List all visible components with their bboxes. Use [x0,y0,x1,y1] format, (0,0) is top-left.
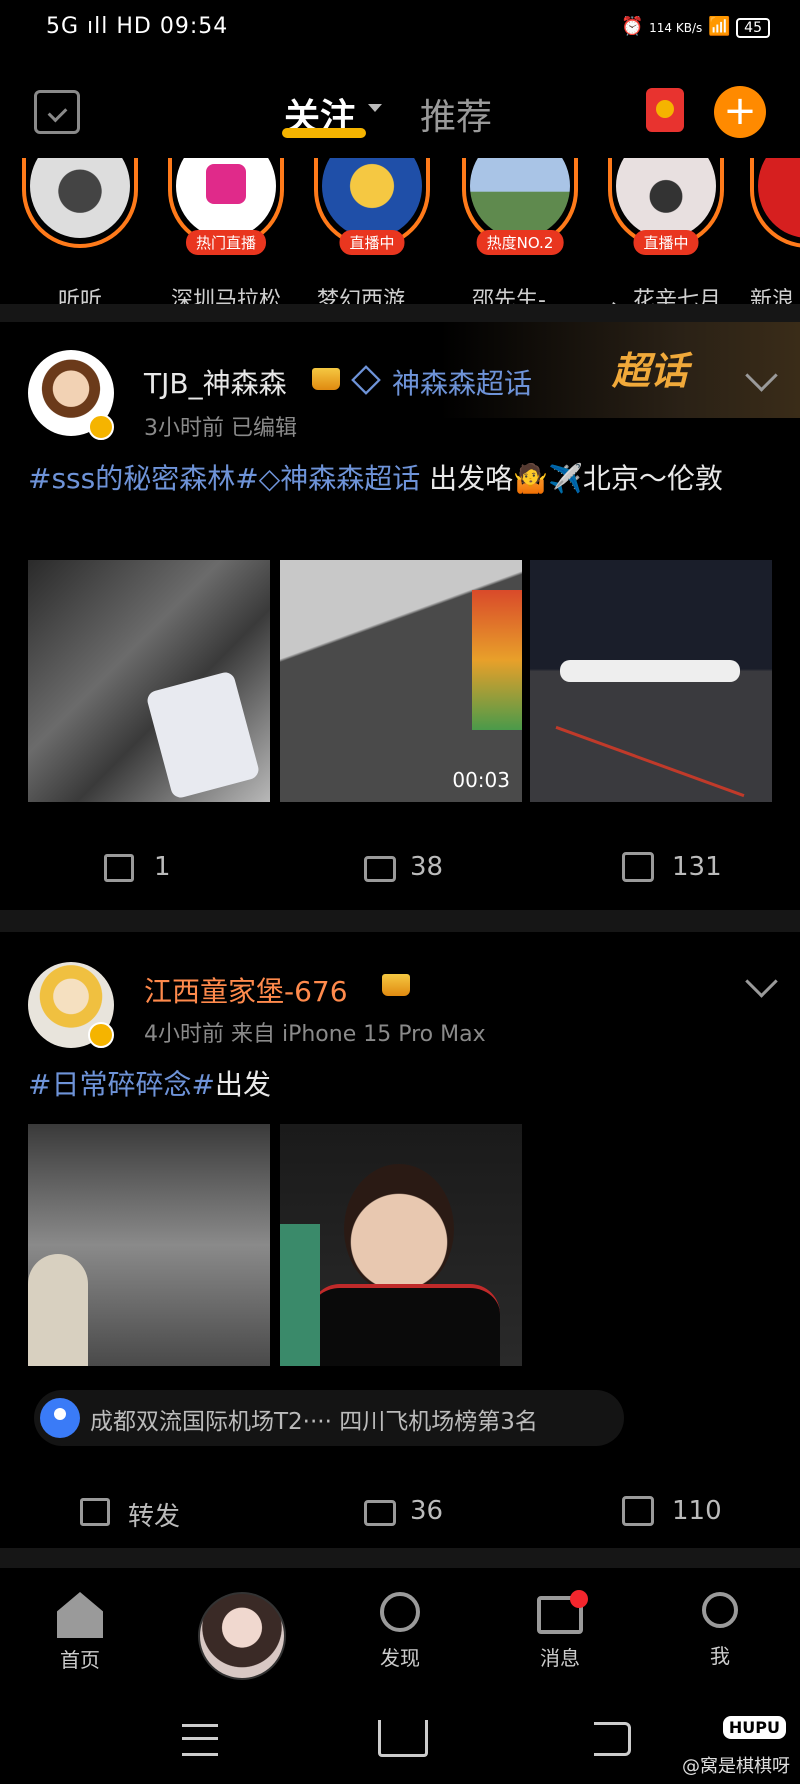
home-nav-icon[interactable] [378,1720,428,1757]
tab-discover[interactable]: 发现 [350,1592,450,1671]
search-icon [380,1592,420,1632]
tab-messages[interactable]: 消息 [510,1592,610,1671]
share-icon[interactable] [80,1498,110,1526]
post-meta: 4小时前 来自 iPhone 15 Pro Max [144,1022,486,1047]
wifi-icon: 📶 [708,16,731,37]
story-item[interactable]: 直播中 、花辛七月 [604,158,728,314]
post-image[interactable] [530,560,772,802]
live-badge: 直播中 [339,230,405,255]
home-icon [57,1592,103,1638]
diamond-icon: ◇ [258,462,281,495]
crown-icon [382,974,410,996]
tab-label: 消息 [540,1646,580,1670]
alarm-icon: ⏰ [621,16,644,37]
tab-label: 我 [710,1644,730,1668]
post-image[interactable] [28,1124,270,1366]
section-divider [0,910,800,932]
live-badge: 热门直播 [185,230,267,255]
story-item[interactable]: 直播中 梦幻西游… [310,158,434,314]
red-packet-icon[interactable] [646,88,684,132]
location-pin-icon [40,1398,80,1438]
chevron-down-icon[interactable] [368,104,382,112]
menu-icon[interactable] [182,1724,218,1756]
location-tag[interactable]: 成都双流国际机场T2···· 四川飞机场榜第3名 [34,1390,624,1446]
status-bar: 5G ıll HD 09:54 ⏰ 114 KB/s 📶 45 [0,0,800,60]
network-speed: 114 KB/s [649,21,703,35]
like-icon[interactable] [622,852,654,882]
comment-count[interactable]: 36 [410,1496,443,1526]
share-label[interactable]: 转发 [128,1496,180,1533]
post-content: #日常碎碎念#出发 [28,1064,772,1106]
post-text: 出发咯🤷✈️北京～伦敦 [420,462,723,495]
story-item[interactable]: 新浪 [750,158,800,314]
verified-badge-icon [88,414,114,440]
verified-badge-icon [88,1022,114,1048]
bottom-tab-bar: 首页 发现 消息 我 [0,1568,800,1688]
hot-badge: 热度NO.2 [476,230,564,255]
post-video[interactable]: 00:03 [280,560,522,802]
tab-label: 首页 [60,1648,100,1672]
tab-active-indicator [282,128,366,138]
share-icon[interactable] [104,854,134,882]
live-badge: 直播中 [633,230,699,255]
story-item[interactable]: 热门直播 深圳马拉松 [164,158,288,314]
watermark: @窝是棋棋呀 [682,1756,790,1777]
crown-icon [312,368,340,390]
tab-home[interactable]: 首页 [30,1592,130,1673]
tab-me[interactable]: 我 [670,1592,770,1669]
hashtag[interactable]: 神森森超话 [280,462,420,495]
chevron-down-icon[interactable] [745,965,778,998]
post-image[interactable] [28,560,270,802]
post-author-name[interactable]: 江西童家堡-676 [144,970,348,1010]
story-item[interactable]: 听听 [18,158,142,314]
share-count[interactable]: 1 [154,852,171,882]
tab-label: 发现 [380,1646,420,1670]
comment-icon[interactable] [364,856,396,882]
notification-dot [570,1590,588,1608]
comment-icon[interactable] [364,1500,396,1526]
top-nav: 关注 推荐 + [0,60,800,160]
status-right: ⏰ 114 KB/s 📶 45 [621,16,770,38]
post-image[interactable] [280,1124,522,1366]
chaohua-badge: 超话 [612,349,689,393]
post-text: 出发 [214,1068,271,1101]
hupu-logo: HUPU [722,1716,786,1739]
profile-icon [702,1592,738,1628]
hashtag[interactable]: #sss的秘密森林# [28,462,259,495]
checkin-calendar-icon[interactable] [34,90,80,134]
system-nav-bar [0,1700,800,1784]
section-divider [0,304,800,322]
section-divider [0,1548,800,1568]
post-author-name[interactable]: TJB_神森森 [144,362,287,402]
post-meta: 3小时前 已编辑 [144,416,297,441]
hashtag[interactable]: #日常碎碎念# [28,1068,215,1101]
center-avatar-button[interactable] [198,1592,286,1680]
story-item[interactable]: 热度NO.2 邵先生-… [458,158,582,314]
chaohua-link[interactable]: 神森森超话 [392,362,532,402]
back-icon[interactable] [594,1722,631,1756]
like-count[interactable]: 110 [672,1496,722,1526]
headphones-icon [30,158,130,238]
video-duration: 00:03 [452,768,510,792]
tab-recommend[interactable]: 推荐 [420,88,492,140]
like-icon[interactable] [622,1496,654,1526]
compose-button[interactable]: + [714,86,766,138]
location-text[interactable]: 成都双流国际机场T2···· 四川飞机场榜第3名 [90,1402,538,1436]
battery-indicator: 45 [736,18,770,38]
post-content: #sss的秘密森林#◇神森森超话 出发咯🤷✈️北京～伦敦 [28,458,772,500]
like-count[interactable]: 131 [672,852,722,882]
comment-count[interactable]: 38 [410,852,443,882]
status-left: 5G ıll HD 09:54 [46,14,229,39]
